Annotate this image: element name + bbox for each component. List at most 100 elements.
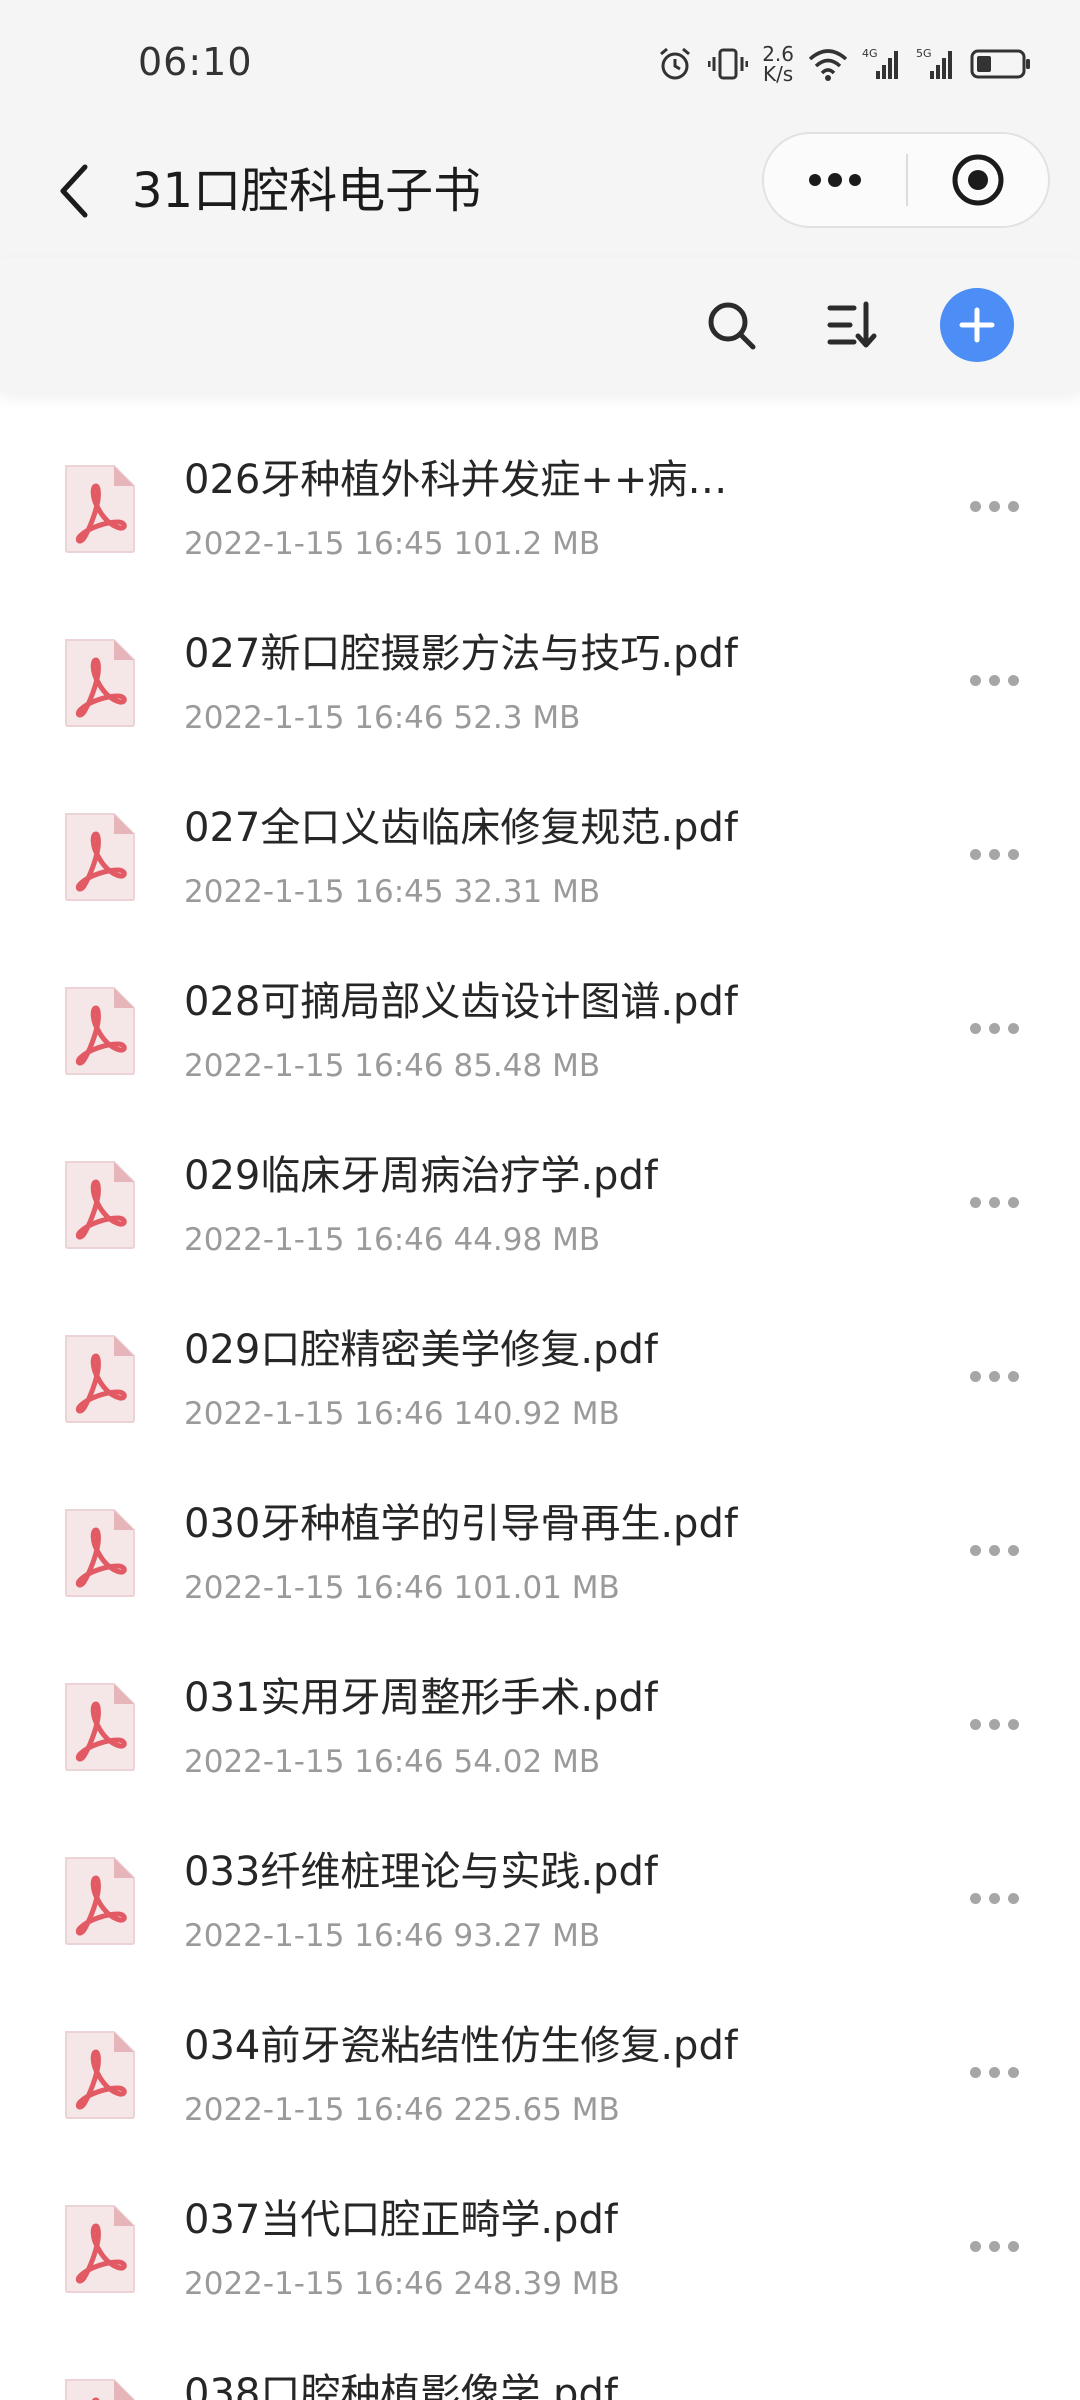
file-row[interactable]: 038口腔种植影像学.pdf <box>0 2326 1080 2400</box>
more-dot <box>1007 848 1019 860</box>
file-row[interactable]: 037当代口腔正畸学.pdf 2022-1-15 16:46 248.39 MB <box>0 2152 1080 2326</box>
file-meta: 2022-1-15 16:46 225.65 MB <box>184 2090 620 2130</box>
more-dot <box>1007 1544 1019 1556</box>
more-options-button[interactable] <box>764 134 906 226</box>
more-dot <box>1007 1196 1019 1208</box>
file-row[interactable]: 027全口义齿临床修复规范.pdf 2022-1-15 16:45 32.31 … <box>0 760 1080 934</box>
file-meta: 2022-1-15 16:46 54.02 MB <box>184 1742 600 1782</box>
file-row[interactable]: 029临床牙周病治疗学.pdf 2022-1-15 16:46 44.98 MB <box>0 1108 1080 1282</box>
file-row[interactable]: 026牙种植外科并发症++病… 2022-1-15 16:45 101.2 MB <box>0 412 1080 586</box>
row-more-button[interactable] <box>956 822 1032 886</box>
status-icons: 2.6 K/s 4G 5G <box>656 40 1032 88</box>
pdf-icon <box>65 639 135 727</box>
file-name: 033纤维桩理论与实践.pdf <box>184 1849 658 1895</box>
file-row[interactable]: 030牙种植学的引导骨再生.pdf 2022-1-15 16:46 101.01… <box>0 1456 1080 1630</box>
pdf-icon <box>65 813 135 901</box>
file-name: 038口腔种植影像学.pdf <box>184 2371 618 2400</box>
row-more-button[interactable] <box>956 996 1032 1060</box>
page-title: 31口腔科电子书 <box>132 163 482 219</box>
status-time: 06:10 <box>138 40 253 84</box>
file-size: 44.98 MB <box>453 1222 601 1258</box>
more-dot <box>988 1892 1000 1904</box>
file-row[interactable]: 025口腔颌面外科学.pdf 2022-1-15 16:45 32.81 MB <box>0 392 1080 412</box>
title-bar: 31口腔科电子书 <box>0 128 1080 258</box>
add-button[interactable] <box>940 288 1014 362</box>
more-dot <box>969 1370 981 1382</box>
pdf-icon <box>65 1857 135 1945</box>
file-date: 2022-1-15 16:46 <box>184 2266 444 2302</box>
file-meta: 2022-1-15 16:45 101.2 MB <box>184 524 600 564</box>
file-name: 026牙种植外科并发症++病… <box>184 457 728 503</box>
pdf-icon <box>65 465 135 553</box>
file-size: 52.3 MB <box>453 700 581 736</box>
row-more-button[interactable] <box>956 1170 1032 1234</box>
file-meta: 2022-1-15 16:46 85.48 MB <box>184 1046 600 1086</box>
more-dot <box>988 848 1000 860</box>
pdf-icon <box>65 2031 135 2119</box>
vibrate-icon <box>708 48 749 80</box>
file-row[interactable]: 028可摘局部义齿设计图谱.pdf 2022-1-15 16:46 85.48 … <box>0 934 1080 1108</box>
file-row[interactable]: 027新口腔摄影方法与技巧.pdf 2022-1-15 16:46 52.3 M… <box>0 586 1080 760</box>
file-size: 93.27 MB <box>453 1918 601 1954</box>
miniprogram-capsule <box>762 132 1050 228</box>
file-size: 225.65 MB <box>453 2092 620 2128</box>
more-dot <box>969 674 981 686</box>
row-more-button[interactable] <box>956 1518 1032 1582</box>
row-more-button[interactable] <box>956 2214 1032 2278</box>
file-meta: 2022-1-15 16:46 140.92 MB <box>184 1394 620 1434</box>
row-more-button[interactable] <box>956 474 1032 538</box>
network-speed-value: 2.6 <box>762 42 794 66</box>
row-more-button[interactable] <box>956 1692 1032 1756</box>
toolbar <box>0 258 1080 392</box>
close-miniprogram-button[interactable] <box>908 134 1048 226</box>
file-name: 027新口腔摄影方法与技巧.pdf <box>184 631 738 677</box>
file-row[interactable]: 034前牙瓷粘结性仿生修复.pdf 2022-1-15 16:46 225.65… <box>0 1978 1080 2152</box>
more-dot <box>1007 500 1019 512</box>
back-button[interactable] <box>40 156 110 226</box>
row-more-button[interactable] <box>956 1866 1032 1930</box>
more-dot <box>969 1718 981 1730</box>
back-icon <box>60 164 88 218</box>
more-dot <box>1007 1892 1019 1904</box>
more-dot <box>988 1370 1000 1382</box>
more-dot <box>969 1544 981 1556</box>
search-icon <box>708 302 756 350</box>
more-dot <box>969 500 981 512</box>
file-row[interactable]: 029口腔精密美学修复.pdf 2022-1-15 16:46 140.92 M… <box>0 1282 1080 1456</box>
pdf-icon <box>65 1335 135 1423</box>
search-button[interactable] <box>694 288 768 362</box>
row-more-button[interactable] <box>956 1344 1032 1408</box>
add-icon <box>959 307 995 343</box>
file-name: 029临床牙周病治疗学.pdf <box>184 1153 658 1199</box>
file-date: 2022-1-15 16:46 <box>184 1396 444 1432</box>
row-more-button[interactable] <box>956 2040 1032 2104</box>
file-name: 030牙种植学的引导骨再生.pdf <box>184 1501 738 1547</box>
more-dot <box>969 2066 981 2078</box>
row-more-button[interactable] <box>956 2388 1032 2400</box>
row-more-button[interactable] <box>956 648 1032 712</box>
file-size: 101.01 MB <box>453 1570 620 1606</box>
more-dot <box>1007 2240 1019 2252</box>
sort-button[interactable] <box>814 288 888 362</box>
file-date: 2022-1-15 16:45 <box>184 874 444 910</box>
file-date: 2022-1-15 16:46 <box>184 1048 444 1084</box>
file-row[interactable]: 033纤维桩理论与实践.pdf 2022-1-15 16:46 93.27 MB <box>0 1804 1080 1978</box>
file-date: 2022-1-15 16:46 <box>184 1744 444 1780</box>
file-meta: 2022-1-15 16:46 248.39 MB <box>184 2264 620 2304</box>
more-dot <box>1007 674 1019 686</box>
more-dot <box>969 2240 981 2252</box>
pdf-icon <box>65 2379 135 2400</box>
file-name: 029口腔精密美学修复.pdf <box>184 1327 658 1373</box>
more-dot <box>1007 1370 1019 1382</box>
file-name: 027全口义齿临床修复规范.pdf <box>184 805 738 851</box>
file-meta: 2022-1-15 16:46 52.3 MB <box>184 698 580 738</box>
more-icon <box>809 173 861 187</box>
file-meta: 2022-1-15 16:46 44.98 MB <box>184 1220 600 1260</box>
signal-4g-label: 4G <box>862 47 878 60</box>
file-size: 85.48 MB <box>453 1048 601 1084</box>
pdf-icon <box>65 1161 135 1249</box>
file-row[interactable]: 031实用牙周整形手术.pdf 2022-1-15 16:46 54.02 MB <box>0 1630 1080 1804</box>
more-dot <box>1007 1022 1019 1034</box>
more-dot <box>988 674 1000 686</box>
file-meta: 2022-1-15 16:46 93.27 MB <box>184 1916 600 1956</box>
